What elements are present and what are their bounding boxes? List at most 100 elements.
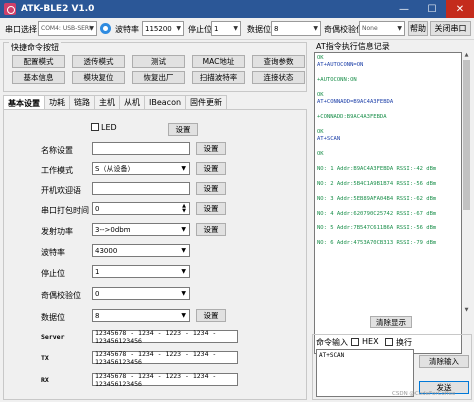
log-line: AT+CONNADD=B9AC4A3FEBDA: [317, 99, 394, 106]
minimize-button[interactable]: —: [390, 0, 418, 18]
log-scrollbar[interactable]: ▲ ▼: [462, 52, 471, 314]
hex-label: HEX: [362, 337, 379, 346]
tab-ibeacon[interactable]: IBeacon: [144, 95, 187, 109]
timeout-set-button[interactable]: 设置: [196, 202, 226, 215]
config-mode-button[interactable]: 配置模式: [12, 55, 65, 68]
log-line: NO: 6 Addr:4753A70CB313 RSSI:-79 dBm: [317, 240, 437, 247]
transparent-mode-button[interactable]: 透传模式: [72, 55, 125, 68]
chevron-down-icon: ▼: [181, 268, 186, 275]
scan-baud-button[interactable]: 扫描波特率: [192, 71, 245, 84]
baud-label: 波特率: [115, 25, 139, 34]
baud-value: 115200: [145, 24, 172, 33]
log-line: NO: 1 Addr:B9AC4A3FEBDA RSSI:-42 dBm: [317, 166, 437, 173]
query-params-button[interactable]: 查询参数: [252, 55, 305, 68]
mode-value: S（从设备）: [95, 164, 135, 173]
close-button[interactable]: ✕: [446, 0, 474, 18]
name-label: 名称设置: [41, 146, 73, 155]
clear-log-button[interactable]: 清除显示: [370, 316, 412, 328]
tab-basic-settings[interactable]: 基本设置: [3, 95, 45, 110]
greeting-input[interactable]: [92, 182, 190, 195]
chevron-down-icon: ▼: [233, 25, 238, 32]
parity-bits-label: 奇偶校验位: [41, 291, 81, 300]
newline-label: 换行: [396, 338, 412, 347]
mac-address-button[interactable]: MAC地址: [192, 55, 245, 68]
baud-select[interactable]: 115200 ▼: [142, 21, 184, 36]
port-select[interactable]: COM4: USB-SERI ▼: [38, 21, 97, 36]
log-line: +CONNADD:B9AC4A3FEBDA: [317, 114, 387, 121]
tab-bar: 基本设置 功耗 链路 主机 从机 IBeacon 固件更新: [3, 95, 228, 110]
greeting-label: 开机欢迎语: [41, 186, 81, 195]
at-log-title: AT指令执行信息记录: [316, 42, 390, 51]
stop-bit-select[interactable]: 1 ▼: [211, 21, 241, 36]
parity-bits-select[interactable]: 0 ▼: [92, 287, 190, 300]
scroll-thumb[interactable]: [463, 60, 470, 210]
basic-info-button[interactable]: 基本信息: [12, 71, 65, 84]
mode-select[interactable]: S（从设备） ▼: [92, 162, 190, 175]
data-bits-value: 8: [95, 311, 100, 320]
refresh-icon[interactable]: [100, 23, 111, 34]
greeting-set-button[interactable]: 设置: [196, 182, 226, 195]
scroll-up-icon[interactable]: ▲: [462, 52, 471, 59]
tx-uuid-label: TX: [41, 354, 49, 362]
command-textarea[interactable]: AT+SCAN: [316, 349, 414, 397]
test-button[interactable]: 测试: [132, 55, 185, 68]
scroll-down-icon[interactable]: ▼: [462, 307, 471, 314]
log-line: NO: 5 Addr:7B547C611B6A RSSI:-56 dBm: [317, 225, 437, 232]
title-bar: ATK-BLE2 V1.0 — ☐ ✕: [0, 0, 474, 18]
maximize-button[interactable]: ☐: [418, 0, 446, 18]
led-label: LED: [101, 123, 117, 132]
server-uuid-label: Server: [41, 333, 65, 341]
led-checkbox[interactable]: [91, 123, 99, 131]
at-log-output[interactable]: OK AT+AUTOCONN=ON +AUTOCONN:ON OK AT+CONNA…: [314, 52, 462, 354]
led-set-button[interactable]: 设置: [168, 123, 198, 136]
factory-reset-button[interactable]: 恢复出厂: [132, 71, 185, 84]
name-input[interactable]: [92, 142, 190, 155]
newline-checkbox[interactable]: [385, 338, 393, 346]
serial-toolbar: 串口选择 COM4: USB-SERI ▼ 波特率 115200 ▼ 停止位 1 ▼ …: [0, 18, 474, 40]
name-set-button[interactable]: 设置: [196, 142, 226, 155]
parity-select[interactable]: None ▼: [359, 21, 405, 36]
tx-uuid-input[interactable]: 12345678 - 1234 - 1223 - 1234 - 12345612…: [92, 350, 238, 366]
log-line: NO: 2 Addr:5B4C1A9B1B74 RSSI:-56 dBm: [317, 180, 437, 187]
log-line: OK: [317, 129, 324, 136]
hex-checkbox[interactable]: [351, 338, 359, 346]
log-line: AT+AUTOCONN=ON: [317, 62, 364, 69]
baud-rate-label: 波特率: [41, 248, 65, 257]
serial-set-button[interactable]: 设置: [196, 309, 226, 322]
server-uuid-input[interactable]: 12345678 - 1234 - 1223 - 1234 - 12345612…: [92, 329, 238, 345]
tx-power-set-button[interactable]: 设置: [196, 223, 226, 236]
tab-power[interactable]: 功耗: [44, 95, 70, 109]
spin-arrows-icon[interactable]: ▲ ▼: [180, 204, 188, 214]
stop-bits-select[interactable]: 1 ▼: [92, 265, 190, 278]
mode-set-button[interactable]: 设置: [196, 162, 226, 175]
chevron-down-icon: ▼: [181, 290, 186, 297]
close-port-button[interactable]: 关闭串口: [430, 21, 471, 36]
help-button[interactable]: 帮助: [408, 21, 428, 36]
connection-status-button[interactable]: 连接状态: [252, 71, 305, 84]
module-reset-button[interactable]: 模块复位: [72, 71, 125, 84]
data-bit-select[interactable]: 8 ▼: [271, 21, 321, 36]
rx-uuid-input[interactable]: 12345678 - 1234 - 1223 - 1234 - 12345612…: [92, 372, 238, 388]
basic-settings-panel: LED 设置 名称设置 设置 工作模式 S（从设备） ▼ 设置 开机欢迎语 设置 …: [3, 109, 307, 400]
tx-power-select[interactable]: 3-->0dbm ▼: [92, 223, 190, 236]
tab-firmware-update[interactable]: 固件更新: [185, 95, 228, 109]
tab-master[interactable]: 主机: [94, 95, 120, 109]
log-line: AT+SCAN: [317, 136, 341, 143]
data-bits-label: 数据位: [41, 313, 65, 322]
data-bits-select[interactable]: 8 ▼: [92, 309, 190, 322]
log-line: NO: 3 Addr:5EB89AFA04B4 RSSI:-62 dBm: [317, 195, 437, 202]
timeout-spinbox[interactable]: 0 ▲ ▼: [92, 202, 190, 215]
app-icon: [4, 3, 16, 15]
port-value: COM4: USB-SERI: [41, 25, 91, 32]
tab-slave[interactable]: 从机: [119, 95, 145, 109]
chevron-down-icon: ▼: [89, 25, 94, 32]
clear-input-button[interactable]: 清除输入: [419, 355, 469, 368]
baud-rate-select[interactable]: 43000 ▼: [92, 244, 190, 257]
tx-power-value: 3-->0dbm: [95, 225, 131, 234]
tab-link[interactable]: 链路: [69, 95, 95, 109]
